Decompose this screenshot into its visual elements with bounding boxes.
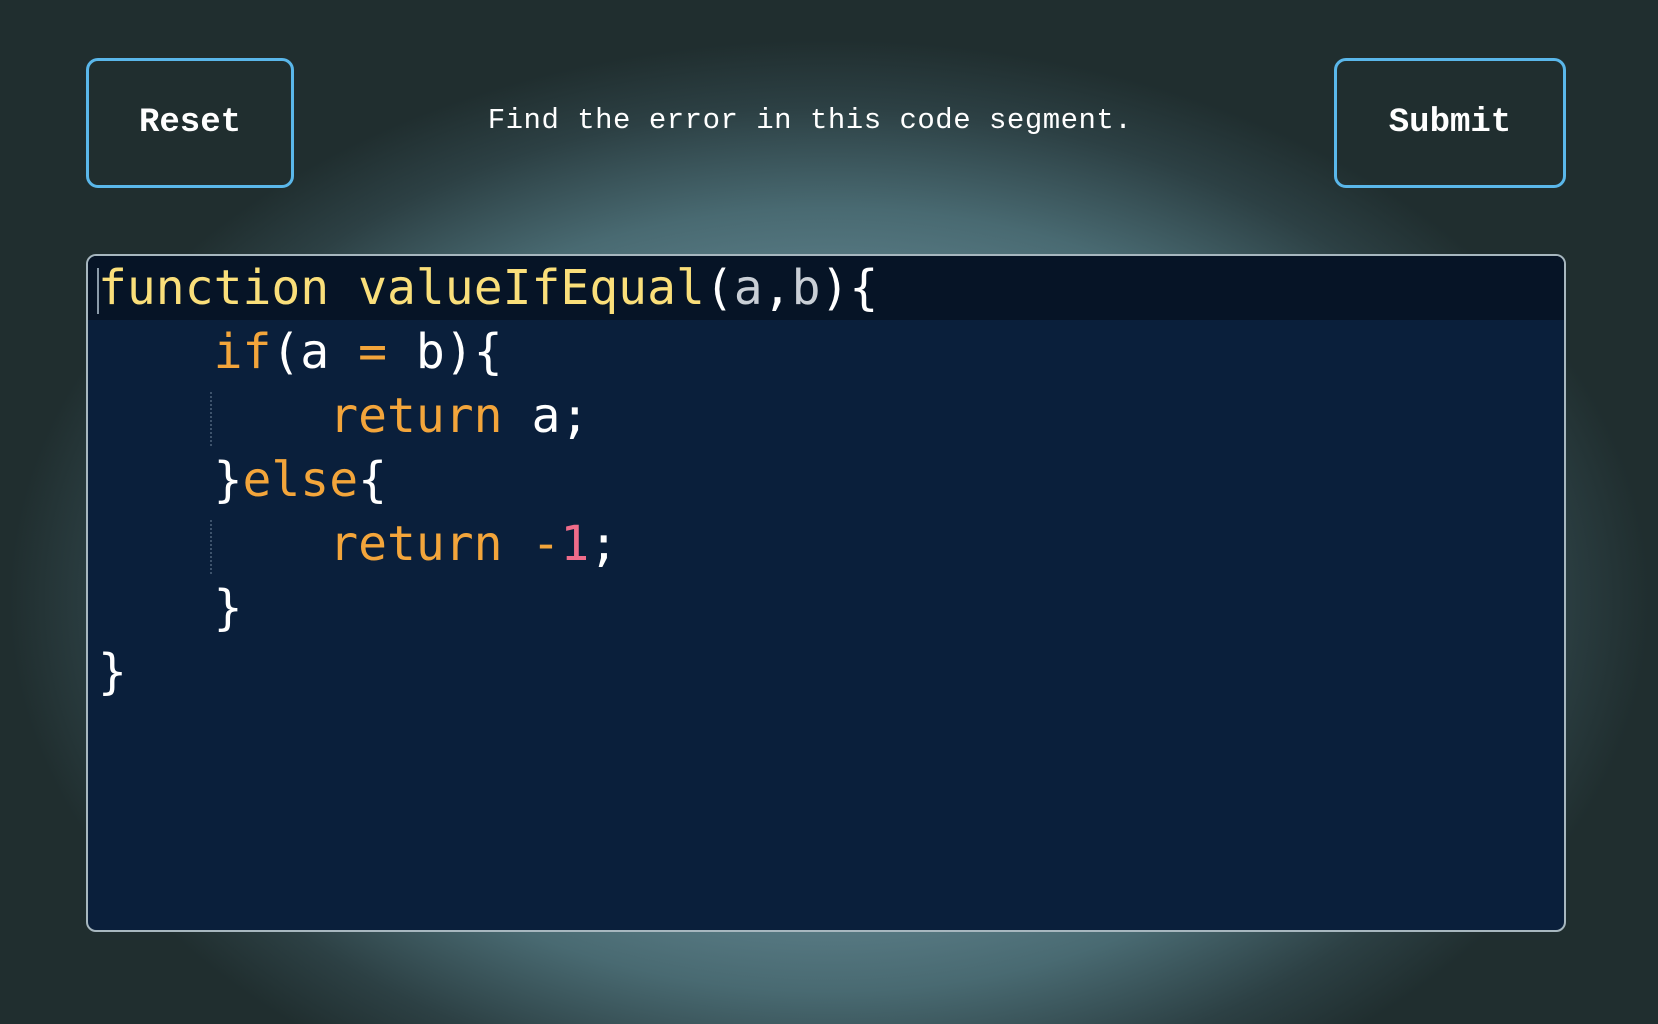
- code-token-plain: (a: [271, 324, 359, 380]
- code-line[interactable]: function valueIfEqual(a,b){: [98, 256, 878, 320]
- code-token-kw: if: [213, 324, 272, 380]
- code-token-plain: }: [98, 644, 127, 700]
- reset-button[interactable]: Reset: [86, 58, 294, 188]
- code-token-plain: ;: [589, 516, 619, 572]
- code-token-plain: ){: [820, 260, 879, 316]
- submit-button[interactable]: Submit: [1334, 58, 1566, 188]
- code-token-kw: =: [358, 324, 387, 380]
- code-line[interactable]: }else{: [98, 448, 878, 512]
- code-token-param: b: [791, 260, 821, 316]
- code-token-kw: return: [329, 516, 503, 572]
- code-token-fname: valueIfEqual: [358, 260, 705, 316]
- code-token-kw: else: [242, 452, 359, 508]
- code-token-param: a: [733, 260, 763, 316]
- code-token-plain: }: [98, 452, 243, 508]
- code-line[interactable]: if(a = b){: [98, 320, 878, 384]
- code-content[interactable]: function valueIfEqual(a,b){ if(a = b){ r…: [98, 256, 878, 704]
- code-token-plain: a;: [502, 388, 590, 444]
- code-token-fnkw: function: [98, 260, 330, 316]
- instruction-text: Find the error in this code segment.: [487, 104, 1133, 137]
- code-token-plain: {: [358, 452, 387, 508]
- header-bar: Reset Find the error in this code segmen…: [0, 0, 1658, 200]
- code-editor[interactable]: function valueIfEqual(a,b){ if(a = b){ r…: [86, 254, 1566, 932]
- code-token-plain: (: [704, 260, 734, 316]
- code-line[interactable]: return a;: [98, 384, 878, 448]
- code-token-plain: b){: [387, 324, 503, 380]
- code-line[interactable]: }: [98, 640, 878, 704]
- code-token-plain: ,: [762, 260, 792, 316]
- code-line[interactable]: }: [98, 576, 878, 640]
- code-line[interactable]: return -1;: [98, 512, 878, 576]
- code-token-kw: return: [329, 388, 503, 444]
- code-token-num: 1: [560, 516, 590, 572]
- code-token-plain: }: [98, 580, 243, 636]
- code-token-kw: -: [531, 516, 561, 572]
